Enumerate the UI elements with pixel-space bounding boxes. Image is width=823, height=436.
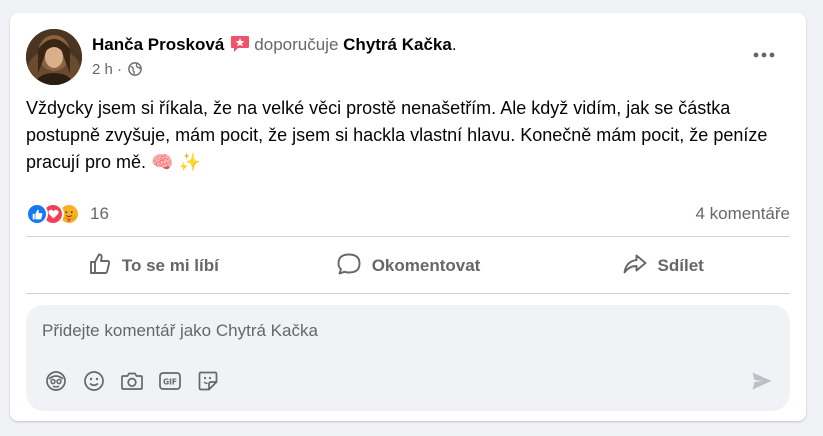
time-separator: · — [117, 61, 123, 78]
svg-text:GIF: GIF — [163, 378, 177, 387]
comment-tools: GIF — [42, 367, 232, 395]
recommend-badge-icon — [230, 35, 250, 58]
divider-top — [26, 236, 790, 237]
comment-bubble-icon — [336, 252, 372, 281]
send-icon[interactable] — [748, 367, 776, 395]
share-button[interactable]: Sdílet — [535, 243, 790, 289]
gif-icon[interactable]: GIF — [156, 367, 184, 395]
recommend-verb: doporučuje — [254, 35, 339, 54]
avatar-sticker-icon[interactable] — [42, 367, 70, 395]
comment-label: Okomentovat — [371, 256, 481, 275]
post-sub-line: 2 h · — [92, 61, 143, 79]
more-options-icon[interactable] — [746, 37, 782, 73]
reactions-summary[interactable]: 16 — [26, 202, 109, 226]
like-label: To se mi líbí — [121, 256, 219, 275]
post-actions: To se mi líbí Okomentovat Sdílet — [26, 243, 790, 289]
post-text: Vždycky jsem si říkala, že na velké věci… — [26, 98, 768, 172]
divider-bottom — [26, 293, 790, 294]
like-button[interactable]: To se mi líbí — [26, 243, 281, 289]
sticker-icon[interactable] — [194, 367, 222, 395]
post-header: Hanča Prosková doporučuje Chytrá Kačka. 2… — [26, 29, 790, 85]
comments-count-link[interactable]: 4 komentáře — [696, 204, 791, 224]
share-arrow-icon — [622, 252, 658, 281]
emoji-icon[interactable] — [80, 367, 108, 395]
comment-composer: GIF — [26, 305, 790, 411]
thumbs-up-icon — [88, 252, 122, 281]
page-suffix: . — [451, 35, 457, 54]
comment-button[interactable]: Okomentovat — [281, 243, 536, 289]
page-name[interactable]: Chytrá Kačka — [343, 35, 452, 54]
globe-icon — [126, 61, 143, 78]
share-label: Sdílet — [657, 256, 704, 275]
camera-icon[interactable] — [118, 367, 146, 395]
comment-input[interactable] — [42, 319, 742, 343]
post-time[interactable]: 2 h — [92, 61, 113, 78]
reaction-count: 16 — [90, 204, 109, 223]
author-name[interactable]: Hanča Prosková — [92, 35, 224, 54]
post-meta-line: Hanča Prosková doporučuje Chytrá Kačka. — [92, 35, 457, 58]
author-avatar[interactable] — [26, 29, 82, 85]
post-card: Hanča Prosková doporučuje Chytrá Kačka. 2… — [10, 13, 806, 421]
like-icon — [26, 203, 48, 225]
